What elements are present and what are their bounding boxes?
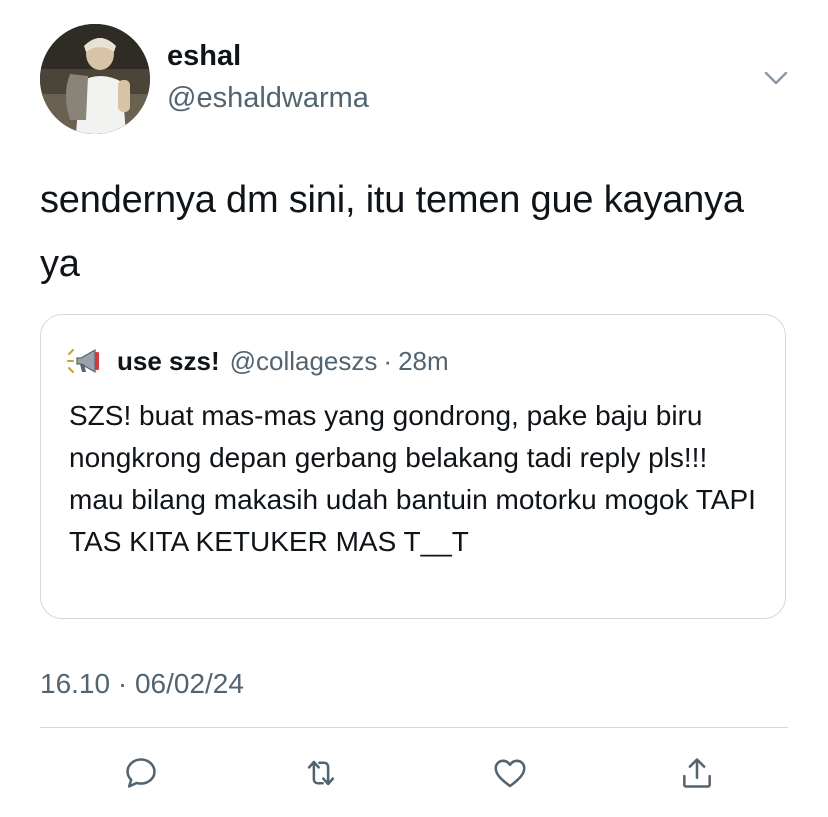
avatar[interactable] (40, 24, 150, 134)
quoted-time[interactable]: 28m (398, 346, 449, 377)
quoted-tweet-header: use szs! @collageszs · 28m (67, 343, 449, 379)
author-handle[interactable]: @eshaldwarma (167, 82, 369, 115)
quoted-author-name[interactable]: use szs! (117, 346, 220, 377)
retweet-icon[interactable] (296, 748, 346, 798)
megaphone-icon (67, 346, 103, 376)
quoted-tweet-text: SZS! buat mas-mas yang gondrong, pake ba… (69, 400, 756, 557)
author-name[interactable]: eshal (167, 40, 241, 73)
quoted-author-handle[interactable]: @collageszs (230, 346, 378, 377)
share-icon[interactable] (672, 748, 722, 798)
tweet-timestamp[interactable]: 16.10 · 06/02/24 (40, 668, 244, 700)
tweet-container: eshal @eshaldwarma sendernya dm sini, it… (0, 0, 828, 817)
avatar-photo (40, 24, 150, 134)
reply-icon[interactable] (116, 748, 166, 798)
divider (40, 727, 788, 728)
quoted-separator: · (383, 345, 393, 376)
quoted-tweet[interactable]: use szs! @collageszs · 28m SZS! buat mas… (40, 314, 786, 619)
tweet-text: sendernya dm sini, itu temen gue kayanya… (40, 179, 744, 285)
heart-icon[interactable] (485, 748, 535, 798)
action-bar (0, 748, 828, 798)
chevron-down-icon[interactable] (762, 64, 790, 92)
